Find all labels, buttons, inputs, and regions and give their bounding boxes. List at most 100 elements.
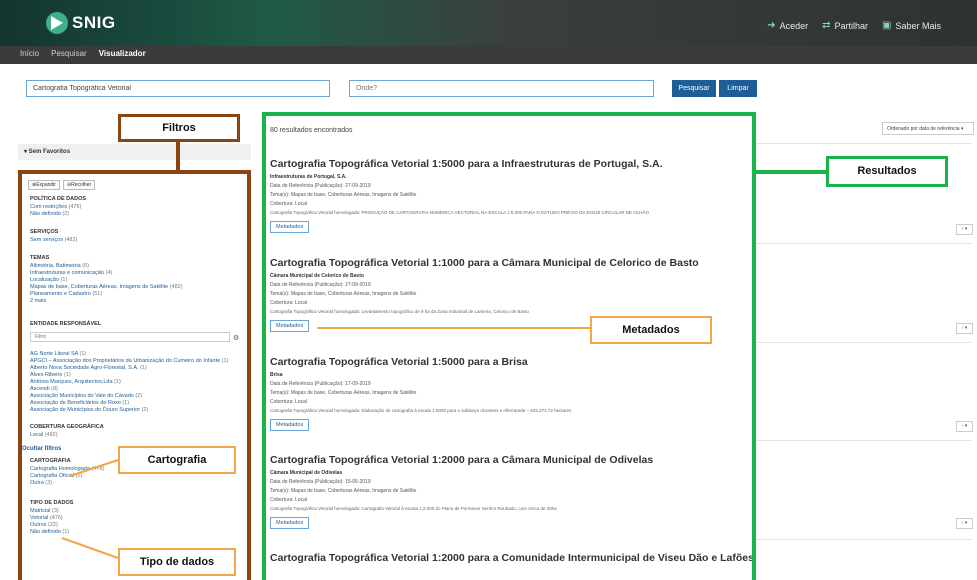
info-link[interactable]: ▣ Saber Mais [882,20,941,31]
filter-section-cartography[interactable]: CARTOGRAFIA [30,458,71,464]
filter-item[interactable]: Ascendi (8) [30,386,58,392]
result-actions-button[interactable]: ⁝ ▾ [956,323,973,334]
filter-more-link[interactable]: 2 mais [30,298,46,304]
result-org: Brisa [270,372,283,378]
filter-item[interactable]: Sem serviços (482) [30,237,77,243]
filter-item-count: (2) [135,393,143,399]
metadata-button[interactable]: Metadados [270,517,310,529]
filter-item[interactable]: AG Norte Litoral SA (1) [30,351,86,357]
metadata-button[interactable]: Metadados [270,221,310,233]
annotation-metadados: Metadados [590,316,712,344]
result-item: Cartografia Topográfica Vetorial 1:2000 … [270,552,752,564]
metadata-button[interactable]: Metadados [270,419,310,431]
filter-item-label: Não definido [30,211,61,217]
info-label: Saber Mais [895,20,941,31]
filter-item[interactable]: Matricial (3) [30,508,59,514]
annotation-resultados: Resultados [826,156,948,187]
result-title[interactable]: Cartografia Topográfica Vetorial 1:5000 … [270,356,750,368]
filter-item[interactable]: Mapas de base, Coberturas Aéreas, Imagen… [30,284,183,290]
filter-section-coverage[interactable]: COBERTURA GEOGRÁFICA [30,424,104,430]
result-date: Data de Referência (Publicação): 27-09-2… [270,282,371,288]
metadata-button[interactable]: Metadados [270,320,310,332]
result-date: Data de Referência (Publicação): 27-09-2… [270,183,371,189]
filter-item[interactable]: Associação Municípios do Vale do Cávado … [30,393,142,399]
filter-item-label: Outra [30,480,44,486]
sort-dropdown[interactable]: Ordenado por data de referência ▾ [882,122,974,135]
filter-item[interactable]: Alves Ribeiro (1) [30,372,71,378]
filter-section-services[interactable]: SERVIÇOS [30,229,58,235]
filter-section-entity[interactable]: ENTIDADE RESPONSÁVEL [30,321,101,327]
header-links: ➜ Aceder ⇄ Partilhar ▣ Saber Mais [767,20,941,31]
clear-button[interactable]: Limpar [719,80,757,97]
filter-item[interactable]: Infraestruturas e comunicação (4) [30,270,112,276]
result-title[interactable]: Cartografia Topográfica Vetorial 1:2000 … [270,552,752,564]
result-title[interactable]: Cartografia Topográfica Vetorial 1:2000 … [270,454,750,466]
filter-item[interactable]: Planeamento e Cadastro (51) [30,291,102,297]
hide-filters-link[interactable]: Ocultar filtros [22,446,61,452]
filter-item[interactable]: Altimetria, Batimetria (6) [30,263,89,269]
filter-section-policy[interactable]: POLÍTICA DE DADOS [30,196,86,202]
filter-item-label: Matricial [30,508,51,514]
filter-section-themes[interactable]: TEMAS [30,255,49,261]
result-actions-button[interactable]: ⁝ ▾ [956,518,973,529]
result-actions-button[interactable]: ⁝ ▾ [956,421,973,432]
filter-item[interactable]: Não definido (1) [30,529,69,535]
results-panel: 80 resultados encontrados Cartografia To… [262,112,756,580]
filter-item-label: Com restrições [30,204,67,210]
filter-item-label: Alves Ribeiro [30,372,63,378]
filter-item[interactable]: Local (482) [30,432,58,438]
filter-item-label: Localização [30,277,60,283]
collapse-button[interactable]: ⊖Recolher [62,180,96,190]
filter-item-count: (1) [79,351,87,357]
filter-item-count: (3) [52,508,59,514]
nav-item-pesquisar[interactable]: Pesquisar [51,49,87,58]
gear-icon[interactable]: ⚙ [233,334,239,342]
filter-item-label: Alberto Nova Sociedade Agro-Florestal, S… [30,365,139,371]
filter-item[interactable]: António Marques, Arquitectos,Lda (1) [30,379,121,385]
favorites-toggle[interactable]: ▾ Sem Favoritos [18,144,251,160]
filter-item[interactable]: APGCI – Associação dos Proprietários da … [30,358,228,364]
filter-item[interactable]: Outra (3) [30,480,52,486]
search-input[interactable] [26,80,330,97]
snig-logo[interactable]: SNIG [46,12,116,34]
filter-section-datatype[interactable]: TIPO DE DADOS [30,500,73,506]
filtros-connector [176,138,180,170]
filter-item[interactable]: Associação de Beneficiários do Roxo (1) [30,400,129,406]
filter-item[interactable]: Outros (22) [30,522,58,528]
filter-item-label: Outros [30,522,47,528]
filter-item[interactable]: Localização (1) [30,277,67,283]
filter-item-label: Local [30,432,44,438]
filter-item[interactable]: Com restrições (476) [30,204,81,210]
result-coverage: Cobertura: Local [270,399,307,405]
nav-item-visualizador[interactable]: Visualizador [99,49,146,58]
search-button[interactable]: Pesquisar [672,80,716,97]
resultados-connector [756,170,828,174]
filter-item-label: Altimetria, Batimetria [30,263,81,269]
filter-item-count: (6) [82,263,90,269]
filter-item[interactable]: Não definido (2) [30,211,69,217]
result-themes: Tema(s): Mapas de base, Coberturas Aérea… [270,291,417,297]
filter-item[interactable]: Associação de Municípios do Douro Superi… [30,407,148,413]
main-nav: Início Pesquisar Visualizador [0,46,977,64]
expand-button[interactable]: ⊕Expandir [28,180,60,190]
filter-item-label: Vetorial [30,515,49,521]
result-title[interactable]: Cartografia Topográfica Vetorial 1:1000 … [270,257,750,269]
filter-item-count: (1) [63,372,71,378]
snig-logo-icon [46,12,68,34]
share-icon: ⇄ [822,20,831,31]
cartografia-connector [69,459,119,477]
result-date: Data de Referência (Publicação): 15-05-2… [270,479,371,485]
result-themes: Tema(s): Mapas de base, Coberturas Aérea… [270,488,417,494]
nav-item-inicio[interactable]: Início [20,49,39,58]
filter-item[interactable]: Alberto Nova Sociedade Agro-Florestal, S… [30,365,147,371]
annotation-filtros: Filtros [118,114,240,142]
result-coverage: Cobertura: Local [270,201,307,207]
filter-item[interactable]: Vetorial (476) [30,515,63,521]
entity-filter-input[interactable] [30,332,230,342]
result-title[interactable]: Cartografia Topográfica Vetorial 1:5000 … [270,158,750,170]
where-input[interactable] [349,80,654,97]
filter-item-label: Associação Municípios do Vale do Cávado [30,393,134,399]
share-link[interactable]: ⇄ Partilhar [822,20,868,31]
login-link[interactable]: ➜ Aceder [767,20,808,31]
result-actions-button[interactable]: ⁝ ▾ [956,224,973,235]
